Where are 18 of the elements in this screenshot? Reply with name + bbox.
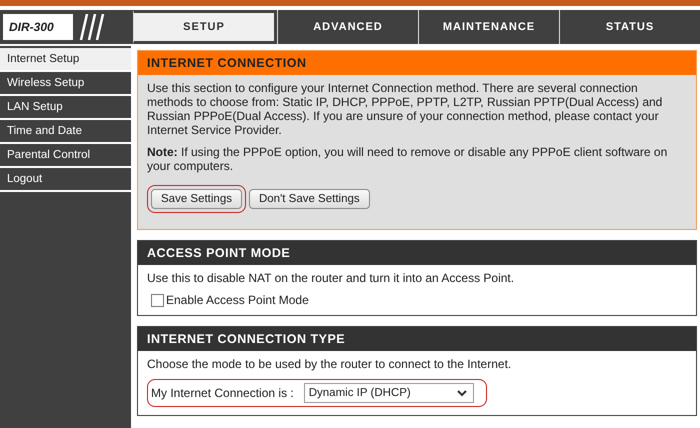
settings-button[interactable]: Save Settings (151, 189, 242, 209)
checkbox-label: Enable Access Point Mode (166, 293, 309, 307)
slashes-icon (77, 14, 105, 40)
description-text: Use this section to configure your Internet Connection method. There are several connection methods to choose from: Static IP, DHCP, PPPoE, PPTP, L2TP, Russian PPTP(Dual Access) and Russian PPPoE(Dual Access). If you are unsure of your connection method, please contact your Internet Service Provider. (147, 81, 664, 137)
description-text: Choose the mode to be used by the router to connect to the Internet. (147, 357, 512, 371)
connection-select[interactable]: Dynamic IP (DHCP) (304, 383, 474, 403)
chevron-down-icon (456, 390, 467, 396)
section-title: INTERNET CONNECTION TYPE (138, 327, 696, 351)
sidebar-item[interactable]: Internet Setup (0, 48, 131, 72)
description-text: Use this to disable NAT on the router and turn it into an Access Point. (147, 271, 516, 285)
settings-button[interactable]: Don't Save Settings (248, 189, 370, 209)
section-title: INTERNET CONNECTION (138, 51, 696, 75)
checkbox[interactable] (151, 294, 164, 306)
nav-tab[interactable]: SETUP (133, 10, 277, 44)
note-text: Note: If using the PPPoE option, you will need to remove or disable any PPPoE client software on your computers. (147, 145, 668, 173)
section-title: ACCESS POINT MODE (138, 241, 696, 265)
model-logo: DIR-300 (3, 14, 73, 40)
field-label: My Internet Connection is : (151, 386, 294, 400)
